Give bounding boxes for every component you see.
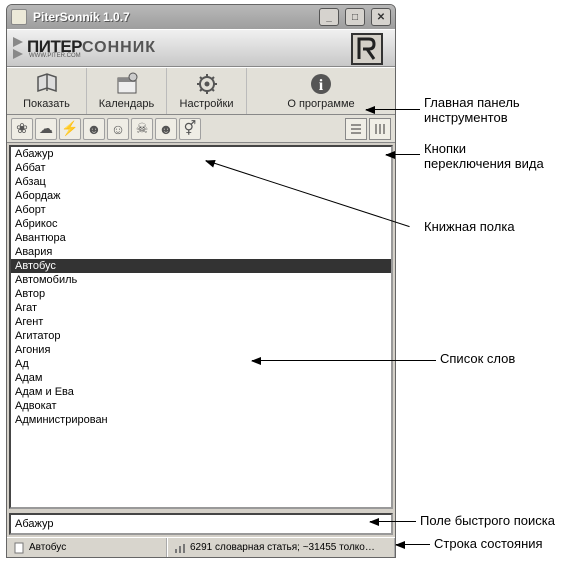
word-item[interactable]: Авантюра bbox=[11, 231, 391, 245]
titlebar: PiterSonnik 1.0.7 _ □ ✕ bbox=[7, 5, 395, 29]
about-label: О программе bbox=[287, 98, 354, 110]
word-item[interactable]: Адам и Ева bbox=[11, 385, 391, 399]
doc-icon bbox=[13, 542, 25, 554]
head3-icon[interactable]: ☻ bbox=[155, 118, 177, 140]
search-row bbox=[9, 513, 393, 535]
status-current: Автобус bbox=[7, 538, 167, 557]
word-item[interactable]: Агитатор bbox=[11, 329, 391, 343]
chevrons-icon bbox=[13, 37, 23, 59]
head2-icon[interactable]: ☺ bbox=[107, 118, 129, 140]
word-item[interactable]: Аббат bbox=[11, 161, 391, 175]
word-item[interactable]: Адам bbox=[11, 371, 391, 385]
cloud-icon[interactable]: ☁ bbox=[35, 118, 57, 140]
show-label: Показать bbox=[23, 98, 70, 110]
word-item[interactable]: Автор bbox=[11, 287, 391, 301]
callout-shelf: Книжная полка bbox=[424, 220, 515, 235]
word-item[interactable]: Агент bbox=[11, 315, 391, 329]
logo-r-icon bbox=[355, 37, 379, 61]
gender-icon[interactable]: ⚥ bbox=[179, 118, 201, 140]
status-bar: Автобус 6291 словарная статья; ~31455 то… bbox=[7, 537, 395, 557]
bookshelf-toolbar: ❀☁⚡☻☺☠☻⚥ bbox=[7, 115, 395, 143]
banner: ПИТЕРСОННИК WWW.PITER.COM bbox=[7, 29, 395, 67]
callout-search: Поле быстрого поиска bbox=[420, 514, 555, 529]
word-item[interactable]: Абажур bbox=[11, 147, 391, 161]
word-item[interactable]: Аборт bbox=[11, 203, 391, 217]
close-button[interactable]: ✕ bbox=[371, 8, 391, 26]
word-item[interactable]: Автобус bbox=[11, 259, 391, 273]
maximize-button[interactable]: □ bbox=[345, 8, 365, 26]
brand: ПИТЕРСОННИК WWW.PITER.COM bbox=[27, 37, 156, 59]
app-window: PiterSonnik 1.0.7 _ □ ✕ ПИТЕРСОННИК WWW.… bbox=[6, 4, 396, 558]
svg-text:i: i bbox=[319, 77, 324, 94]
skull-icon[interactable]: ☠ bbox=[131, 118, 153, 140]
calendar-button[interactable]: Календарь bbox=[87, 68, 167, 114]
status-current-text: Автобус bbox=[29, 542, 66, 553]
calendar-label: Календарь bbox=[99, 98, 155, 110]
callout-main-toolbar: Главная панель инструментов bbox=[424, 96, 520, 126]
gear-icon bbox=[195, 72, 219, 96]
word-item[interactable]: Абзац bbox=[11, 175, 391, 189]
shelf-items: ❀☁⚡☻☺☠☻⚥ bbox=[11, 118, 201, 140]
window-title: PiterSonnik 1.0.7 bbox=[33, 10, 313, 24]
status-stats: 6291 словарная статья; ~31455 толко… bbox=[167, 538, 395, 557]
show-button[interactable]: Показать bbox=[7, 68, 87, 114]
calendar-icon bbox=[115, 72, 139, 96]
word-item[interactable]: Автомобиль bbox=[11, 273, 391, 287]
callout-status: Строка состояния bbox=[434, 537, 543, 552]
brand-sonnik: СОННИК bbox=[82, 39, 156, 56]
word-item[interactable]: Администрирован bbox=[11, 413, 391, 427]
logo-box bbox=[351, 33, 383, 65]
head1-icon[interactable]: ☻ bbox=[83, 118, 105, 140]
stats-icon bbox=[174, 542, 186, 554]
minimize-button[interactable]: _ bbox=[319, 8, 339, 26]
storm-icon[interactable]: ⚡ bbox=[59, 118, 81, 140]
status-stats-text: 6291 словарная статья; ~31455 толко… bbox=[190, 542, 375, 553]
word-item[interactable]: Адвокат bbox=[11, 399, 391, 413]
word-item[interactable]: Агония bbox=[11, 343, 391, 357]
callout-view-buttons: Кнопки переключения вида bbox=[424, 142, 544, 172]
word-item[interactable]: Агат bbox=[11, 301, 391, 315]
app-icon bbox=[11, 9, 27, 25]
view-list-button[interactable] bbox=[345, 118, 367, 140]
tulip-icon[interactable]: ❀ bbox=[11, 118, 33, 140]
settings-button[interactable]: Настройки bbox=[167, 68, 247, 114]
settings-label: Настройки bbox=[180, 98, 234, 110]
main-toolbar: Показать Календарь Настройки i О програм… bbox=[7, 67, 395, 115]
callout-wordlist: Список слов bbox=[440, 352, 515, 367]
search-input[interactable] bbox=[15, 518, 387, 530]
word-list[interactable]: АбажурАббатАбзацАбордажАбортАбрикосАвант… bbox=[9, 145, 393, 509]
word-item[interactable]: Авария bbox=[11, 245, 391, 259]
book-icon bbox=[35, 72, 59, 96]
word-item[interactable]: Абрикос bbox=[11, 217, 391, 231]
view-columns-button[interactable] bbox=[369, 118, 391, 140]
info-icon: i bbox=[309, 72, 333, 96]
